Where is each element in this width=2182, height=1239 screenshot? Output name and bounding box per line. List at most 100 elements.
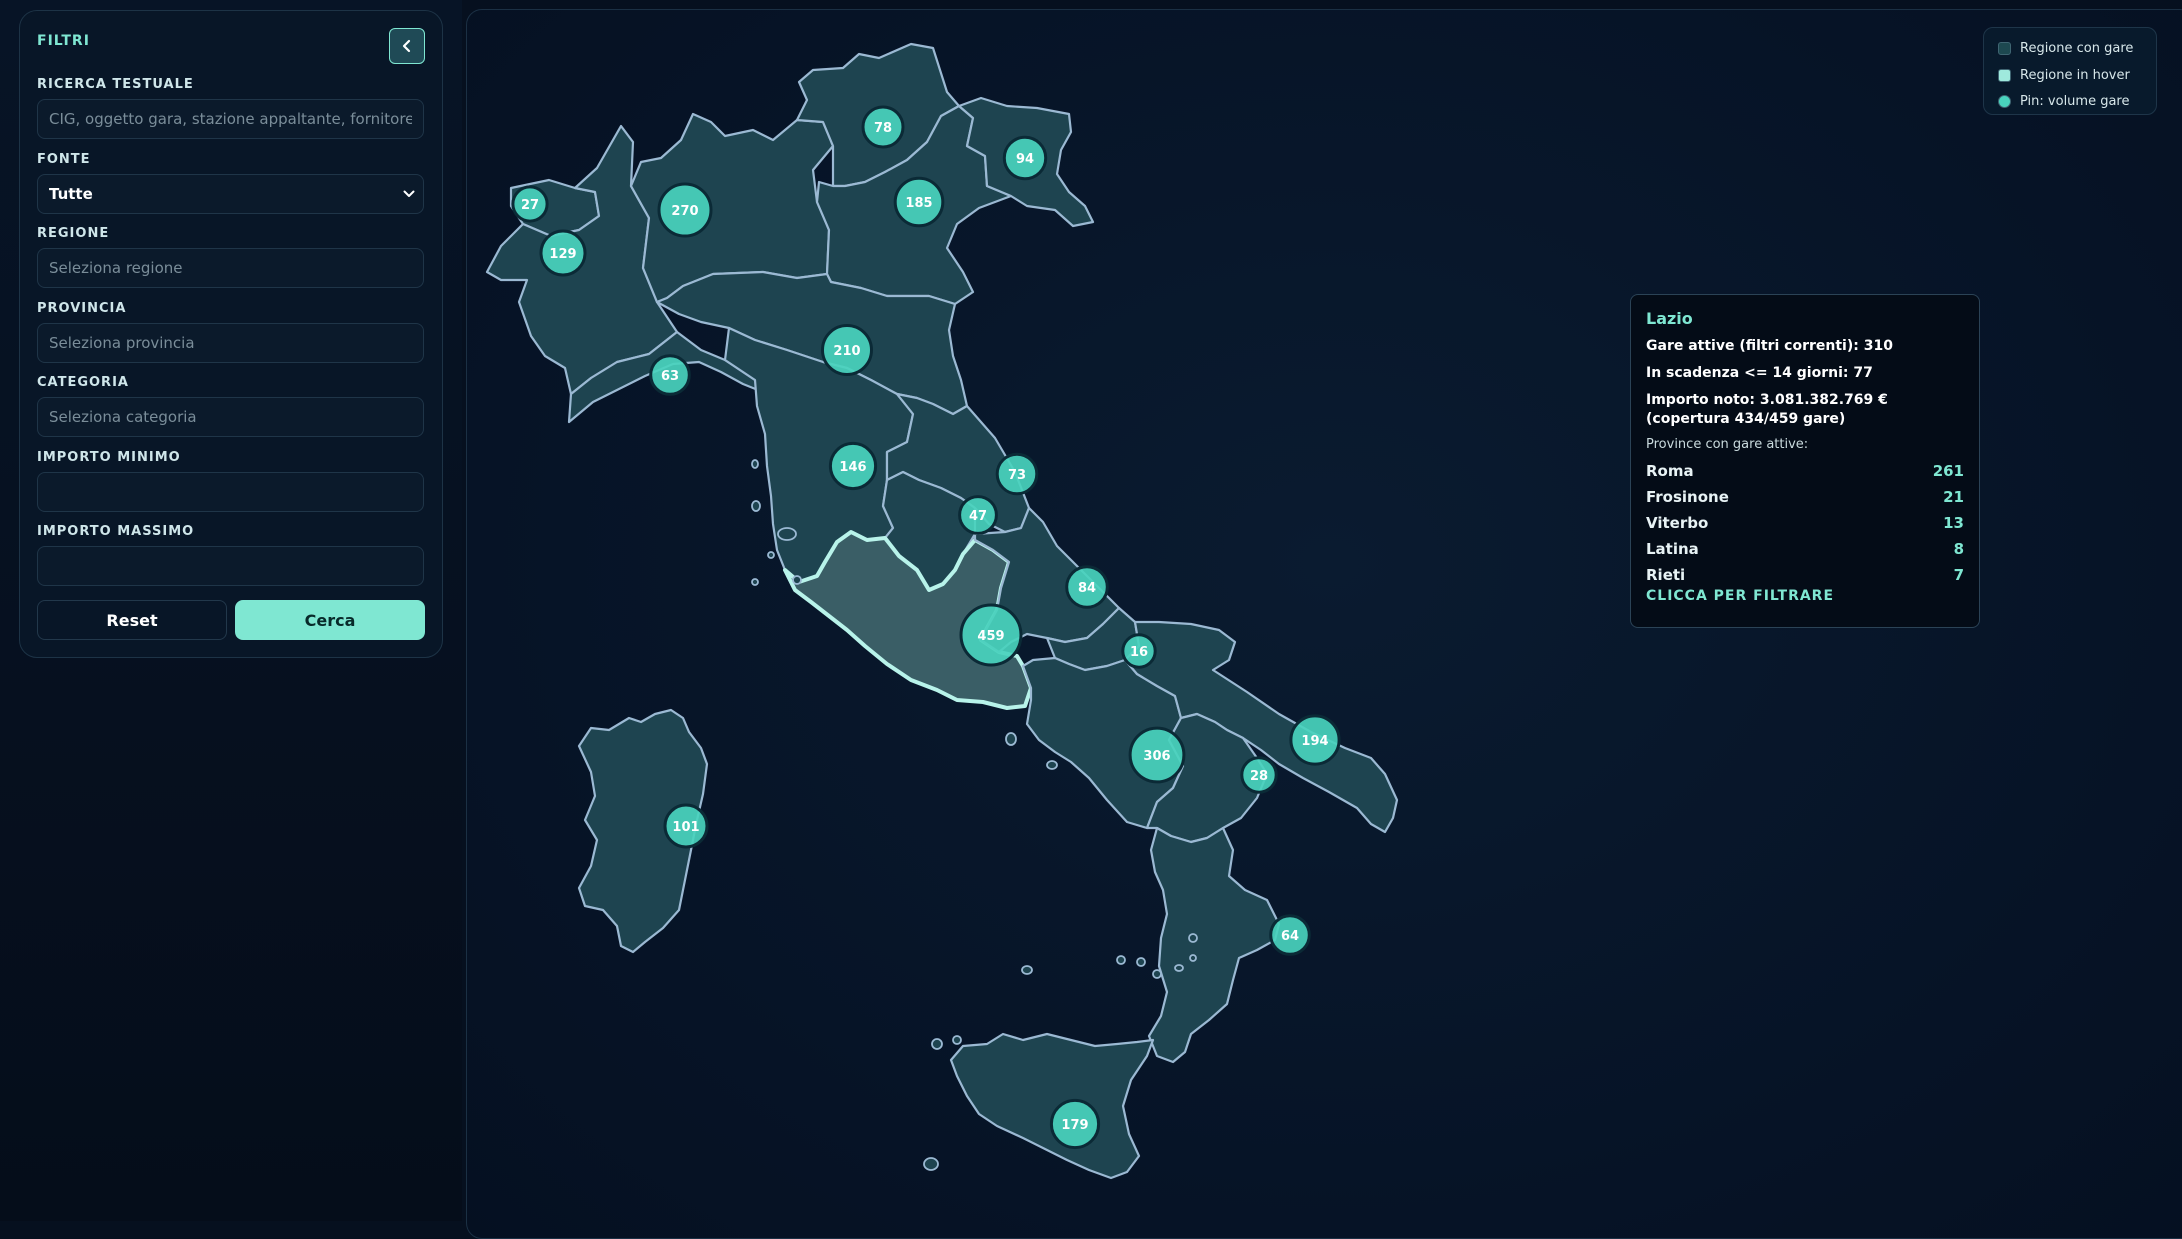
tooltip-province-row: Rieti 7 — [1646, 562, 1964, 588]
pin-emilia-romagna[interactable]: 210 — [821, 324, 873, 376]
search-button[interactable]: Cerca — [235, 600, 425, 640]
island-giglio — [792, 575, 802, 585]
island-pianosa — [767, 551, 775, 559]
island-pantelleria — [923, 1157, 939, 1171]
province-name: Roma — [1646, 462, 1694, 480]
region-sicilia[interactable] — [949, 1032, 1155, 1180]
pin-basilicata[interactable]: 28 — [1240, 756, 1278, 794]
island-ischia — [1046, 760, 1058, 770]
pin-value: 63 — [661, 369, 679, 384]
search-label: RICERCA TESTUALE — [37, 77, 194, 92]
pin-value: 28 — [1250, 769, 1268, 784]
tooltip-click-to-filter[interactable]: CLICCA PER FILTRARE — [1646, 588, 1964, 604]
tooltip-expiring-tenders: In scadenza <= 14 giorni: 77 — [1646, 364, 1964, 383]
pin-friuli-venezia-giulia[interactable]: 94 — [1002, 135, 1048, 181]
tooltip-active-tenders: Gare attive (filtri correnti): 310 — [1646, 337, 1964, 356]
pin-valle-d-aosta[interactable]: 27 — [511, 185, 549, 223]
filters-panel: FILTRI RICERCA TESTUALE FONTE Tutte REGI… — [19, 10, 443, 658]
region-calabria[interactable] — [1147, 826, 1281, 1064]
pin-sicilia[interactable]: 179 — [1049, 1098, 1101, 1150]
island-eolie-2 — [1136, 957, 1146, 967]
tooltip-amount-label: Importo noto: — [1646, 392, 1756, 408]
collapse-panel-button[interactable] — [389, 28, 425, 64]
chevron-left-icon — [402, 39, 411, 53]
island-montecristo — [751, 578, 759, 586]
min-amount-input[interactable] — [37, 472, 424, 512]
tooltip-provinces-title: Province con gare attive: — [1646, 437, 1809, 452]
pin-toscana[interactable]: 146 — [828, 441, 878, 491]
tooltip-province-row: Roma 261 — [1646, 458, 1964, 484]
pin-lazio[interactable]: 459 — [959, 603, 1023, 667]
tooltip-province-row: Latina 8 — [1646, 536, 1964, 562]
pin-value: 194 — [1301, 734, 1328, 749]
pin-molise[interactable]: 16 — [1121, 633, 1157, 669]
left-column: FILTRI RICERCA TESTUALE FONTE Tutte REGI… — [0, 0, 462, 1221]
min-amount-label: IMPORTO MINIMO — [37, 450, 181, 465]
pin-umbria[interactable]: 47 — [958, 495, 998, 535]
island-eolie-5 — [1189, 954, 1197, 962]
tooltip-amount-value: 3.081.382.769 € — [1759, 392, 1888, 408]
max-amount-input[interactable] — [37, 546, 424, 586]
province-name: Latina — [1646, 540, 1699, 558]
pin-piemonte[interactable]: 129 — [539, 229, 587, 277]
region-tooltip: Lazio Gare attive (filtri correnti): 310… — [1630, 294, 1980, 628]
pin-value: 27 — [521, 198, 539, 213]
legend-item-hover: Regione in hover — [1998, 68, 2130, 83]
map-panel: 27 129 270 78 185 94 63 210 146 47 73 459 84 16 306 194… — [466, 9, 2182, 1239]
province-name: Viterbo — [1646, 514, 1709, 532]
region-input[interactable] — [37, 248, 424, 288]
pin-liguria[interactable]: 63 — [649, 354, 691, 396]
pin-value: 210 — [833, 344, 860, 359]
tooltip-province-row: Frosinone 21 — [1646, 484, 1964, 510]
province-count: 261 — [1932, 462, 1964, 480]
source-select[interactable]: Tutte — [37, 174, 424, 214]
category-input[interactable] — [37, 397, 424, 437]
pin-value: 129 — [549, 247, 576, 262]
tooltip-expiring-value: 77 — [1853, 365, 1873, 381]
reset-button[interactable]: Reset — [37, 600, 227, 640]
legend-label-pins: Pin: volume gare — [2020, 94, 2130, 109]
map-legend: Regione con gare Regione in hover Pin: v… — [1983, 27, 2157, 115]
category-label: CATEGORIA — [37, 375, 129, 390]
tooltip-amount: Importo noto: 3.081.382.769 € (copertura… — [1646, 391, 1964, 429]
tooltip-coverage: (copertura 434/459 gare) — [1646, 411, 1846, 427]
pin-value: 78 — [874, 121, 892, 136]
pin-puglia[interactable]: 194 — [1289, 714, 1341, 766]
search-input[interactable] — [37, 99, 424, 139]
tooltip-province-row: Viterbo 13 — [1646, 510, 1964, 536]
province-count: 21 — [1943, 488, 1964, 506]
pin-sardegna[interactable]: 101 — [663, 803, 709, 849]
island-egadi-2 — [952, 1035, 962, 1045]
tooltip-expiring-label: In scadenza <= 14 giorni: — [1646, 365, 1849, 381]
island-ponza — [1005, 732, 1017, 746]
pin-value: 84 — [1078, 581, 1096, 596]
pin-value: 179 — [1061, 1118, 1088, 1133]
province-input[interactable] — [37, 323, 424, 363]
legend-label-regions: Regione con gare — [2020, 41, 2134, 56]
pin-value: 185 — [905, 196, 932, 211]
pin-veneto[interactable]: 185 — [893, 176, 945, 228]
source-label: FONTE — [37, 152, 91, 167]
pin-value: 16 — [1130, 645, 1148, 660]
pin-value: 459 — [977, 629, 1004, 644]
province-count: 7 — [1953, 566, 1964, 584]
pin-marche[interactable]: 73 — [995, 452, 1039, 496]
pin-trentino-alto-adige[interactable]: 78 — [861, 105, 905, 149]
filters-title: FILTRI — [37, 33, 90, 49]
province-count: 13 — [1943, 514, 1964, 532]
pin-calabria[interactable]: 64 — [1269, 914, 1311, 956]
pin-value: 73 — [1008, 468, 1026, 483]
tooltip-region-name: Lazio — [1646, 309, 1693, 328]
pin-campania[interactable]: 306 — [1128, 726, 1186, 784]
max-amount-label: IMPORTO MASSIMO — [37, 524, 195, 539]
legend-swatch-pins — [1998, 95, 2011, 108]
island-eolie-1 — [1116, 955, 1126, 965]
island-eolie-3 — [1152, 969, 1162, 979]
province-name: Frosinone — [1646, 488, 1729, 506]
pin-abruzzo[interactable]: 84 — [1065, 565, 1109, 609]
pin-lombardia[interactable]: 270 — [657, 182, 713, 238]
regions-layer — [485, 42, 1399, 1180]
island-gorgona — [751, 459, 759, 469]
island-stromboli — [1188, 933, 1198, 943]
pin-value: 64 — [1281, 929, 1299, 944]
